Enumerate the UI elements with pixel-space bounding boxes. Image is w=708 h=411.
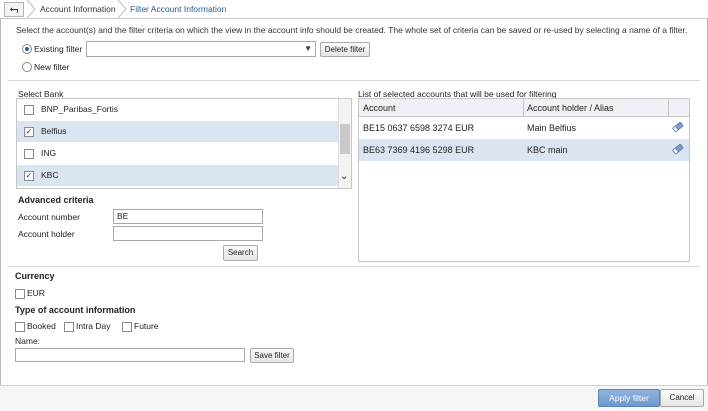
- account-number: BE15 0637 6598 3274 EUR: [363, 123, 475, 133]
- intra-day-checkbox[interactable]: [64, 322, 74, 332]
- account-number-input[interactable]: BE: [113, 209, 263, 224]
- chevron-down-icon: ▼: [304, 44, 312, 53]
- divider: [8, 266, 700, 267]
- table-row[interactable]: BE63 7369 4196 5298 EUR KBC main: [359, 139, 689, 161]
- account-holder: KBC main: [527, 145, 568, 155]
- accounts-table-header: Account Account holder / Alias: [359, 99, 689, 117]
- divider: [8, 80, 700, 81]
- bank-row[interactable]: ING: [17, 143, 338, 165]
- bank-list[interactable]: BNP_Paribas_Fortis ✓ Belfius ING ✓ KBC ⌄: [16, 98, 352, 189]
- bank-checkbox[interactable]: ✓: [24, 127, 34, 137]
- column-divider: [668, 99, 669, 116]
- new-filter-radio[interactable]: [22, 62, 32, 72]
- account-number-label: Account number: [18, 212, 80, 222]
- breadcrumb-item-account-information[interactable]: Account Information: [40, 4, 116, 14]
- booked-checkbox[interactable]: [15, 322, 25, 332]
- cancel-button[interactable]: Cancel: [660, 389, 704, 407]
- bank-list-scrollbar[interactable]: ⌄: [338, 99, 351, 188]
- new-filter-label: New filter: [34, 62, 70, 72]
- bank-name: ING: [41, 148, 57, 158]
- breadcrumb-item-filter-account-information[interactable]: Filter Account Information: [130, 4, 226, 14]
- breadcrumb: ⮢ Account Information Filter Account Inf…: [0, 0, 708, 19]
- breadcrumb-separator-icon: [25, 0, 37, 18]
- advanced-criteria-heading: Advanced criteria: [18, 195, 94, 205]
- filter-select[interactable]: ▼: [86, 41, 316, 57]
- intra-day-label: Intra Day: [76, 321, 111, 331]
- bank-name: BNP_Paribas_Fortis: [41, 104, 119, 114]
- intro-text: Select the account(s) and the filter cri…: [16, 25, 688, 35]
- save-filter-button[interactable]: Save filter: [250, 348, 294, 363]
- account-holder-input[interactable]: [113, 226, 263, 241]
- column-header-account[interactable]: Account: [363, 103, 396, 113]
- bank-checkbox[interactable]: [24, 105, 34, 115]
- table-row[interactable]: BE15 0637 6598 3274 EUR Main Belfius: [359, 117, 689, 139]
- existing-filter-radio[interactable]: [22, 44, 32, 54]
- search-button[interactable]: Search: [223, 245, 258, 261]
- existing-filter-label: Existing filter: [34, 44, 83, 54]
- bank-row[interactable]: ✓ Belfius: [17, 121, 338, 143]
- account-number: BE63 7369 4196 5298 EUR: [363, 145, 475, 155]
- bank-checkbox[interactable]: [24, 149, 34, 159]
- account-holder: Main Belfius: [527, 123, 577, 133]
- column-header-holder[interactable]: Account holder / Alias: [527, 103, 614, 113]
- type-heading: Type of account information: [15, 305, 136, 315]
- account-holder-label: Account holder: [18, 229, 75, 239]
- accounts-table: Account Account holder / Alias BE15 0637…: [358, 98, 690, 262]
- eur-label: EUR: [27, 288, 45, 298]
- back-arrow-icon[interactable]: ⮢: [4, 2, 24, 17]
- bank-row[interactable]: BNP_Paribas_Fortis: [17, 99, 338, 121]
- bank-row[interactable]: ✓ KBC: [17, 165, 338, 187]
- bank-checkbox[interactable]: ✓: [24, 171, 34, 181]
- currency-heading: Currency: [15, 271, 55, 281]
- future-checkbox[interactable]: [122, 322, 132, 332]
- breadcrumb-separator-icon: [116, 0, 128, 18]
- eur-checkbox[interactable]: [15, 289, 25, 299]
- scrollbar-thumb[interactable]: [340, 124, 350, 154]
- apply-filter-button[interactable]: Apply filter: [598, 389, 660, 407]
- eraser-icon[interactable]: [672, 121, 684, 133]
- filter-name-label: Name:: [15, 336, 41, 346]
- eraser-icon[interactable]: [672, 143, 684, 155]
- bank-name: Belfius: [41, 126, 67, 136]
- filter-name-input[interactable]: [15, 348, 245, 362]
- bank-name: KBC: [41, 170, 59, 180]
- booked-label: Booked: [27, 321, 56, 331]
- chevron-down-icon[interactable]: ⌄: [340, 171, 348, 182]
- column-divider: [523, 99, 524, 116]
- delete-filter-button[interactable]: Delete filter: [320, 42, 370, 57]
- future-label: Future: [134, 321, 159, 331]
